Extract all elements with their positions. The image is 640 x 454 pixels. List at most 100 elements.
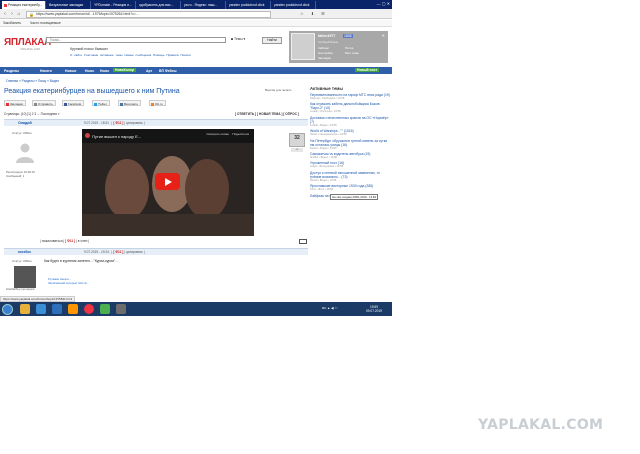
video-title[interactable]: Путин вышел к народу Е... [92, 134, 141, 139]
post-author[interactable]: котэбос [18, 250, 31, 254]
menu-item[interactable]: Новые [65, 69, 76, 73]
topic-link[interactable]: Доставка отечественных кранов на ОС «Нор… [310, 116, 390, 124]
topic-meta: Lelgot • Фотография • 19:58 [310, 165, 344, 169]
app-icon[interactable] [116, 304, 126, 314]
envelope-icon[interactable] [299, 239, 307, 244]
menu-item[interactable]: Ньюс [100, 69, 109, 73]
print-version-link[interactable]: Версия для печати [265, 88, 291, 92]
post-author[interactable]: Оладий [18, 121, 32, 125]
back-arrow-icon[interactable]: ‹ [2, 11, 8, 17]
tab-poddubnof-1[interactable]: yandex poddubnof.click [227, 1, 271, 9]
share-send-button[interactable]: Отправить [32, 100, 56, 106]
tab-active[interactable]: Реакция екатеринбу... [2, 1, 46, 9]
active-topic-item: Как отражать кабель дальнобойщика Быков … [310, 102, 390, 114]
share-ok-button[interactable]: ОК.ru [149, 100, 166, 106]
user-status: Статус: Offline [12, 259, 32, 263]
report-link[interactable]: | пожаловаться | [40, 239, 64, 243]
rate-controls[interactable]: +/- [291, 148, 303, 152]
new-post-button[interactable]: Новый пост [355, 68, 380, 72]
url-input[interactable]: 🔒 https://www.yaplakal.com/forum/st/...19… [26, 10, 271, 18]
browser-screenshot: Реакция екатеринбу... Визуальные закладк… [0, 0, 392, 316]
menu-item[interactable]: Разделы [4, 69, 19, 73]
play-icon[interactable] [155, 173, 180, 190]
topic-meta: Kirov • Фото • 19:58 [310, 188, 334, 192]
share-bookmarks-button[interactable]: Закладки [4, 100, 26, 106]
tab-ypdomain[interactable]: YPDomain - Реакция е... [92, 1, 136, 9]
footer-link[interactable]: | в член | [76, 239, 89, 243]
clock[interactable]: 19:59 09.07.2019 [366, 305, 382, 313]
post-rating: 32 [289, 133, 305, 147]
forward-arrow-icon[interactable]: › [9, 11, 15, 17]
menu-item[interactable]: Ничего [40, 69, 52, 73]
media-icon[interactable] [100, 304, 110, 314]
url-text: https://www.yaplakal.com/forum/st/...197… [36, 11, 139, 16]
video-embed[interactable]: Путин вышел к народу Е... Смотреть позже… [82, 129, 254, 236]
start-button-icon[interactable] [2, 303, 13, 315]
pagination[interactable]: Страницы: (10) [1] 2 3 ... Последняя » [4, 112, 60, 116]
user-avatar[interactable] [291, 33, 315, 60]
user-avatar[interactable] [14, 266, 36, 288]
search-input[interactable]: Поиск... [46, 37, 226, 43]
post-number[interactable]: [ Ф11 ] [65, 239, 75, 243]
menu-item[interactable]: Ньюс [85, 69, 94, 73]
tab-bookmarks[interactable]: Визуальные закладки [47, 1, 91, 9]
post-text: Как будто в курятник залетел... "Курли-к… [44, 259, 119, 263]
ie-icon[interactable] [36, 304, 46, 314]
active-topic-item: На Петербург обрушился третий ливень за … [310, 139, 390, 151]
post-number[interactable]: [ Ф11 ] [113, 121, 123, 125]
top-link[interactable]: Активные темы [100, 53, 123, 57]
window-controls[interactable]: — ▢ ✕ [377, 1, 390, 6]
top-link[interactable]: Новые сообщения [124, 53, 151, 57]
post-number[interactable]: [ Ф11 ] [113, 250, 123, 254]
toolbar-icons[interactable]: ☆ ⬇ ☰ [300, 11, 328, 16]
topic-link[interactable]: Доступ к сетевой изношенной заявлении, т… [310, 171, 390, 179]
firefox-icon[interactable] [68, 304, 78, 314]
menu-item[interactable]: ВП Фейсы [159, 69, 176, 73]
home-icon[interactable]: ⌂ [16, 11, 22, 17]
user-message-count[interactable]: 1808 [343, 33, 353, 38]
signature-line[interactable]: Залипающий интернет Мос ф... [48, 281, 89, 286]
breadcrumb[interactable]: Главная » Разделы » Пишу » Видео [6, 79, 59, 83]
settings-gear-icon[interactable]: ✕ [382, 33, 385, 38]
system-tray[interactable]: RU ▲ ◀) ⚐ [322, 306, 338, 310]
tab-label: YPDomain - Реакция е... [94, 3, 132, 7]
menu-item-highlight[interactable]: НовоКолор [113, 68, 136, 72]
tab-label: одобрасень для вас... [139, 3, 174, 7]
user-link[interactable]: Закладки [318, 56, 333, 61]
bookmark-item[interactable]: Часто посещаемые [30, 21, 61, 25]
tab-odobrasen[interactable]: одобрасень для вас... [137, 1, 181, 9]
top-link[interactable]: Поиски [181, 53, 191, 57]
share-twitter-button[interactable]: Twitter [92, 100, 110, 106]
find-button[interactable]: Найти [262, 36, 282, 44]
watch-later-button[interactable]: Смотреть позже [206, 132, 229, 136]
tab-poddubnof-2[interactable]: yandex poddubnof.click [272, 1, 316, 9]
post-header: котэбос 9.07.2019 - 19:24 | [ Ф11 ] | ци… [4, 248, 308, 255]
post-date-line: 9.07.2019 - 19:24 | [ Ф11 ] | цитировать… [84, 250, 145, 254]
yandex-browser-icon[interactable] [84, 304, 94, 314]
top-link[interactable]: Помощь [153, 53, 165, 57]
top-link[interactable]: Правила [166, 53, 178, 57]
video-share-button[interactable]: Поделиться [232, 132, 249, 136]
site-logo[interactable]: ЯПЛАКАЛ [4, 37, 51, 48]
top-link[interactable]: О сайте [70, 53, 82, 57]
search-scope-select[interactable]: ◙ Темы ▾ [231, 37, 245, 41]
top-link[interactable]: Участники [84, 53, 98, 57]
windows-taskbar: RU ▲ ◀) ⚐ 19:59 09.07.2019 [0, 302, 392, 316]
app-icon[interactable] [52, 304, 62, 314]
user-link[interactable]: Мои темы [345, 51, 359, 56]
explorer-icon[interactable] [20, 304, 30, 314]
main-menu: Разделы Ничего Новые Ньюс Ньюс НовоКолор… [0, 67, 392, 74]
topic-actions[interactable]: [ ОТВЕТИТЬ ] [ НОВАЯ ТЕМА ] [ ОПРОС ] [235, 112, 299, 116]
quote-link[interactable]: | цитировать | [124, 250, 144, 254]
topic-meta: Leraldi • Политика • 19:58 [310, 110, 341, 114]
topic-link[interactable]: На Петербург обрушился третий ливень за … [310, 139, 390, 147]
twitter-icon [94, 102, 97, 106]
tab-yandex[interactable]: ya.ru - Яндекс: наш... [182, 1, 226, 9]
share-facebook-button[interactable]: Facebook [62, 100, 85, 106]
menu-item[interactable]: Арт [146, 69, 152, 73]
share-vk-button[interactable]: Вконтакте [118, 100, 142, 106]
quote-link[interactable]: | цитировать | [124, 121, 144, 125]
bookmark-item[interactable]: Закобанить [3, 21, 21, 25]
user-name[interactable]: fallen1977 [318, 34, 335, 38]
share-label: Отправить [38, 102, 53, 106]
